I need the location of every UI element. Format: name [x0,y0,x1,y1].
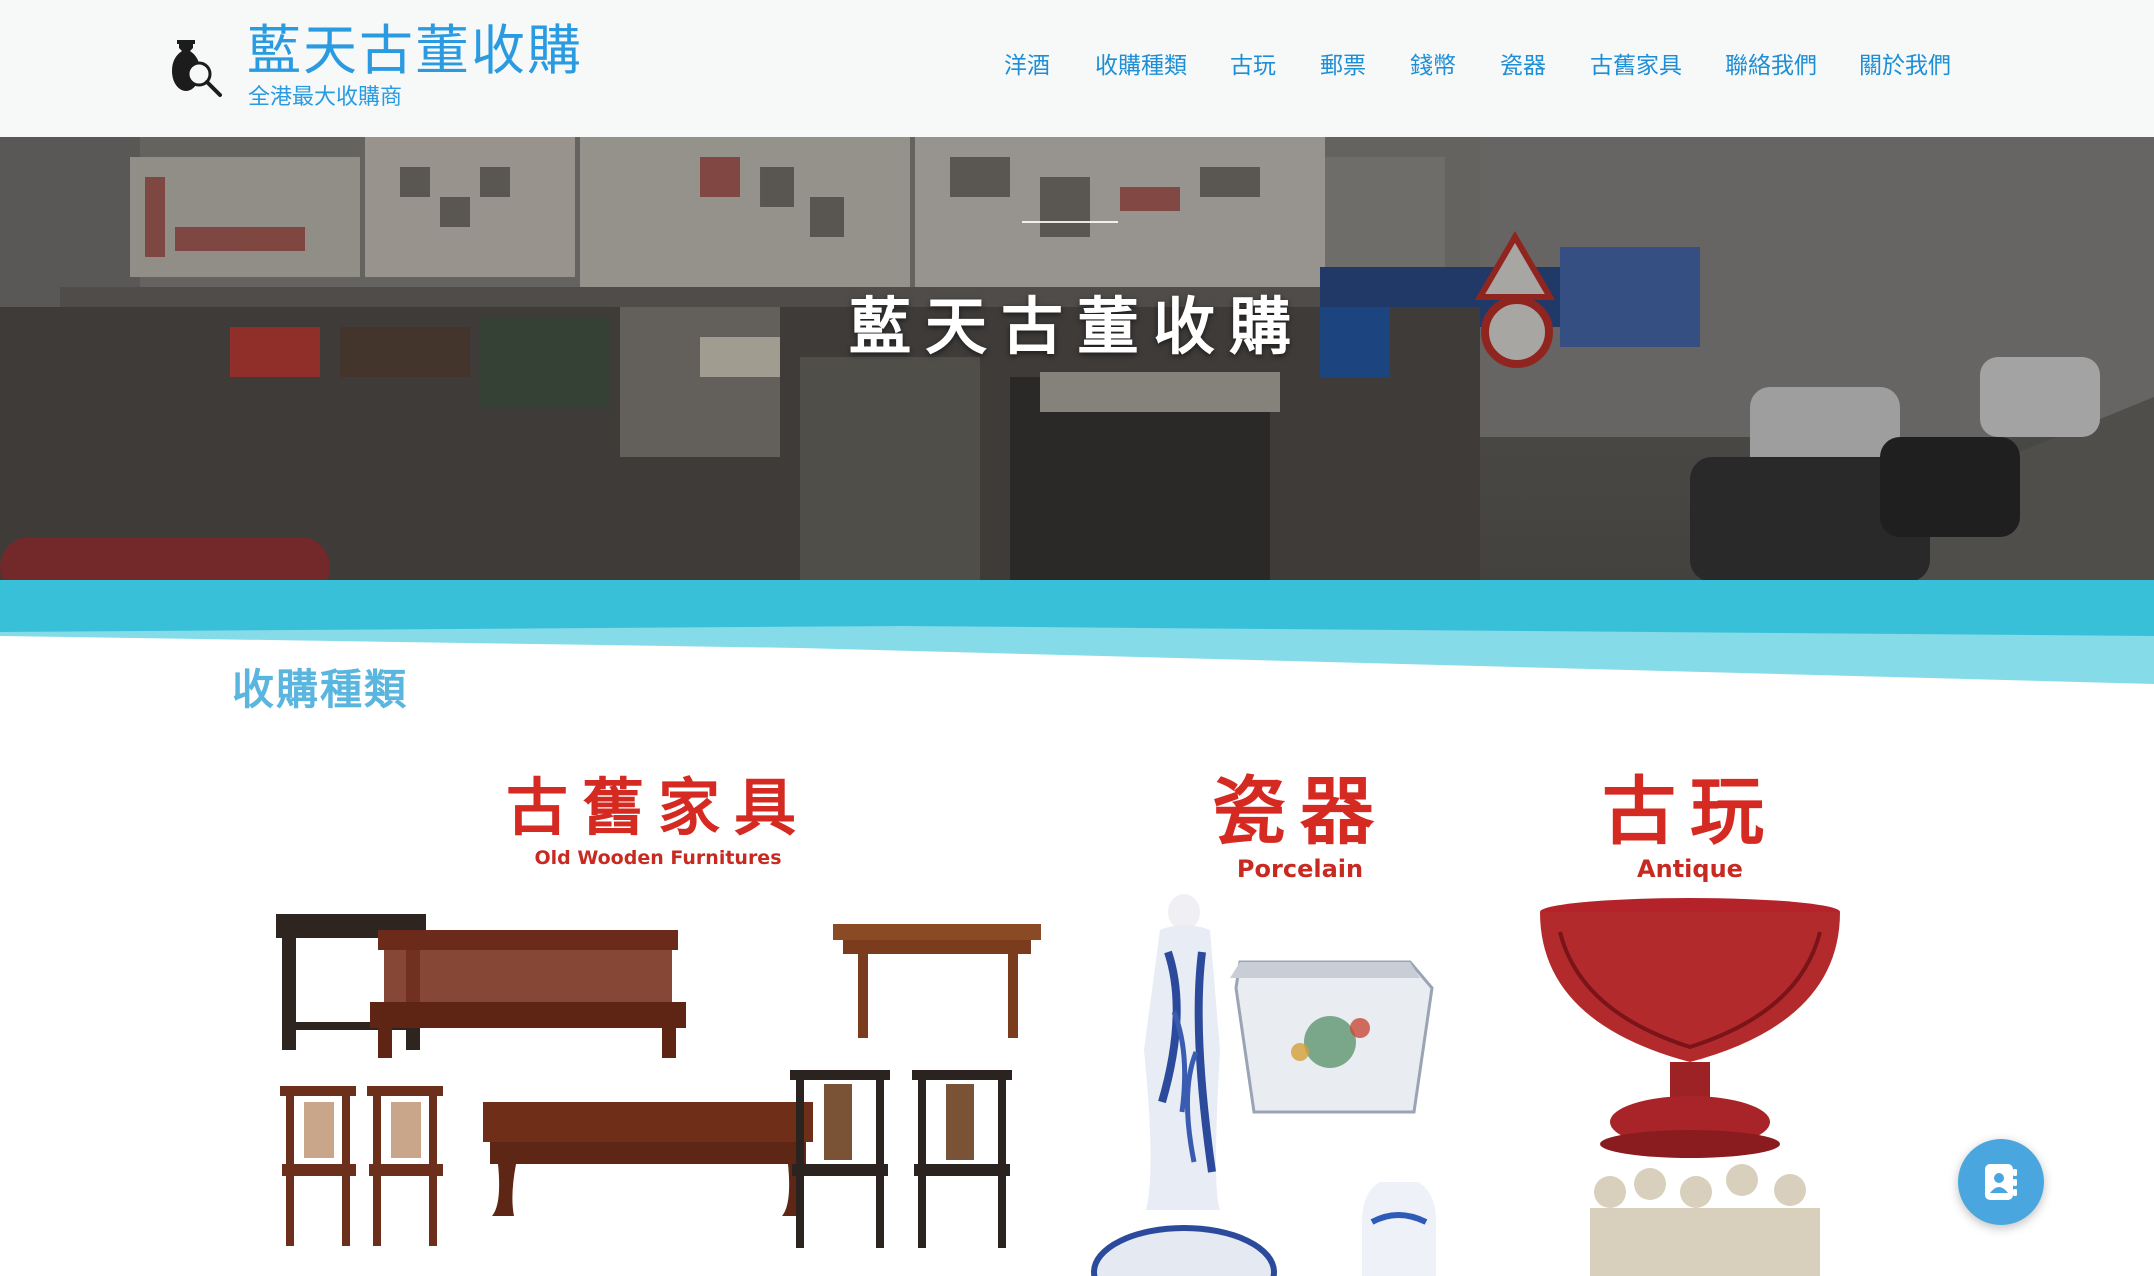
nav-item-about[interactable]: 關於我們 [1859,48,1951,84]
porcelain-antique-category-card[interactable]: 瓷器 Porcelain 古玩 Antique [1090,752,1890,1276]
furniture-category-card[interactable]: 古舊家具 Old Wooden Furnitures [258,752,1058,1276]
nav-item-curios[interactable]: 古玩 [1230,48,1276,84]
nav-item-furniture[interactable]: 古舊家具 [1590,48,1682,84]
nav-item-porcelain[interactable]: 瓷器 [1500,48,1546,84]
nav-item-contact[interactable]: 聯絡我們 [1725,48,1817,84]
nav-item-stamps[interactable]: 郵票 [1320,48,1366,84]
site-header: 藍天古董收購 全港最大收購商 洋酒 收購種類 古玩 郵票 錢幣 瓷器 古舊家具 … [0,0,2154,137]
nav-item-coins[interactable]: 錢幣 [1410,48,1456,84]
porcelain-antique-illustration [1091,894,1840,1276]
contact-floating-button[interactable] [1958,1139,2044,1225]
contact-card-icon [1985,1164,2017,1200]
site-title[interactable]: 藍天古董收購 [247,18,583,84]
vase-magnifier-icon[interactable] [165,38,227,100]
nav-item-liquor[interactable]: 洋酒 [1004,48,1050,84]
hero-banner: 藍天古董收購 [0,137,2154,582]
section-title: 收購種類 [232,665,409,714]
furniture-illustration [276,914,1041,1248]
hero-divider [1022,221,1118,223]
main-nav: 洋酒 收購種類 古玩 郵票 錢幣 瓷器 古舊家具 聯絡我們 關於我們 [980,48,1960,84]
nav-item-categories[interactable]: 收購種類 [1095,48,1187,84]
hero-title: 藍天古董收購 [848,290,1305,363]
site-subtitle: 全港最大收購商 [248,85,403,110]
